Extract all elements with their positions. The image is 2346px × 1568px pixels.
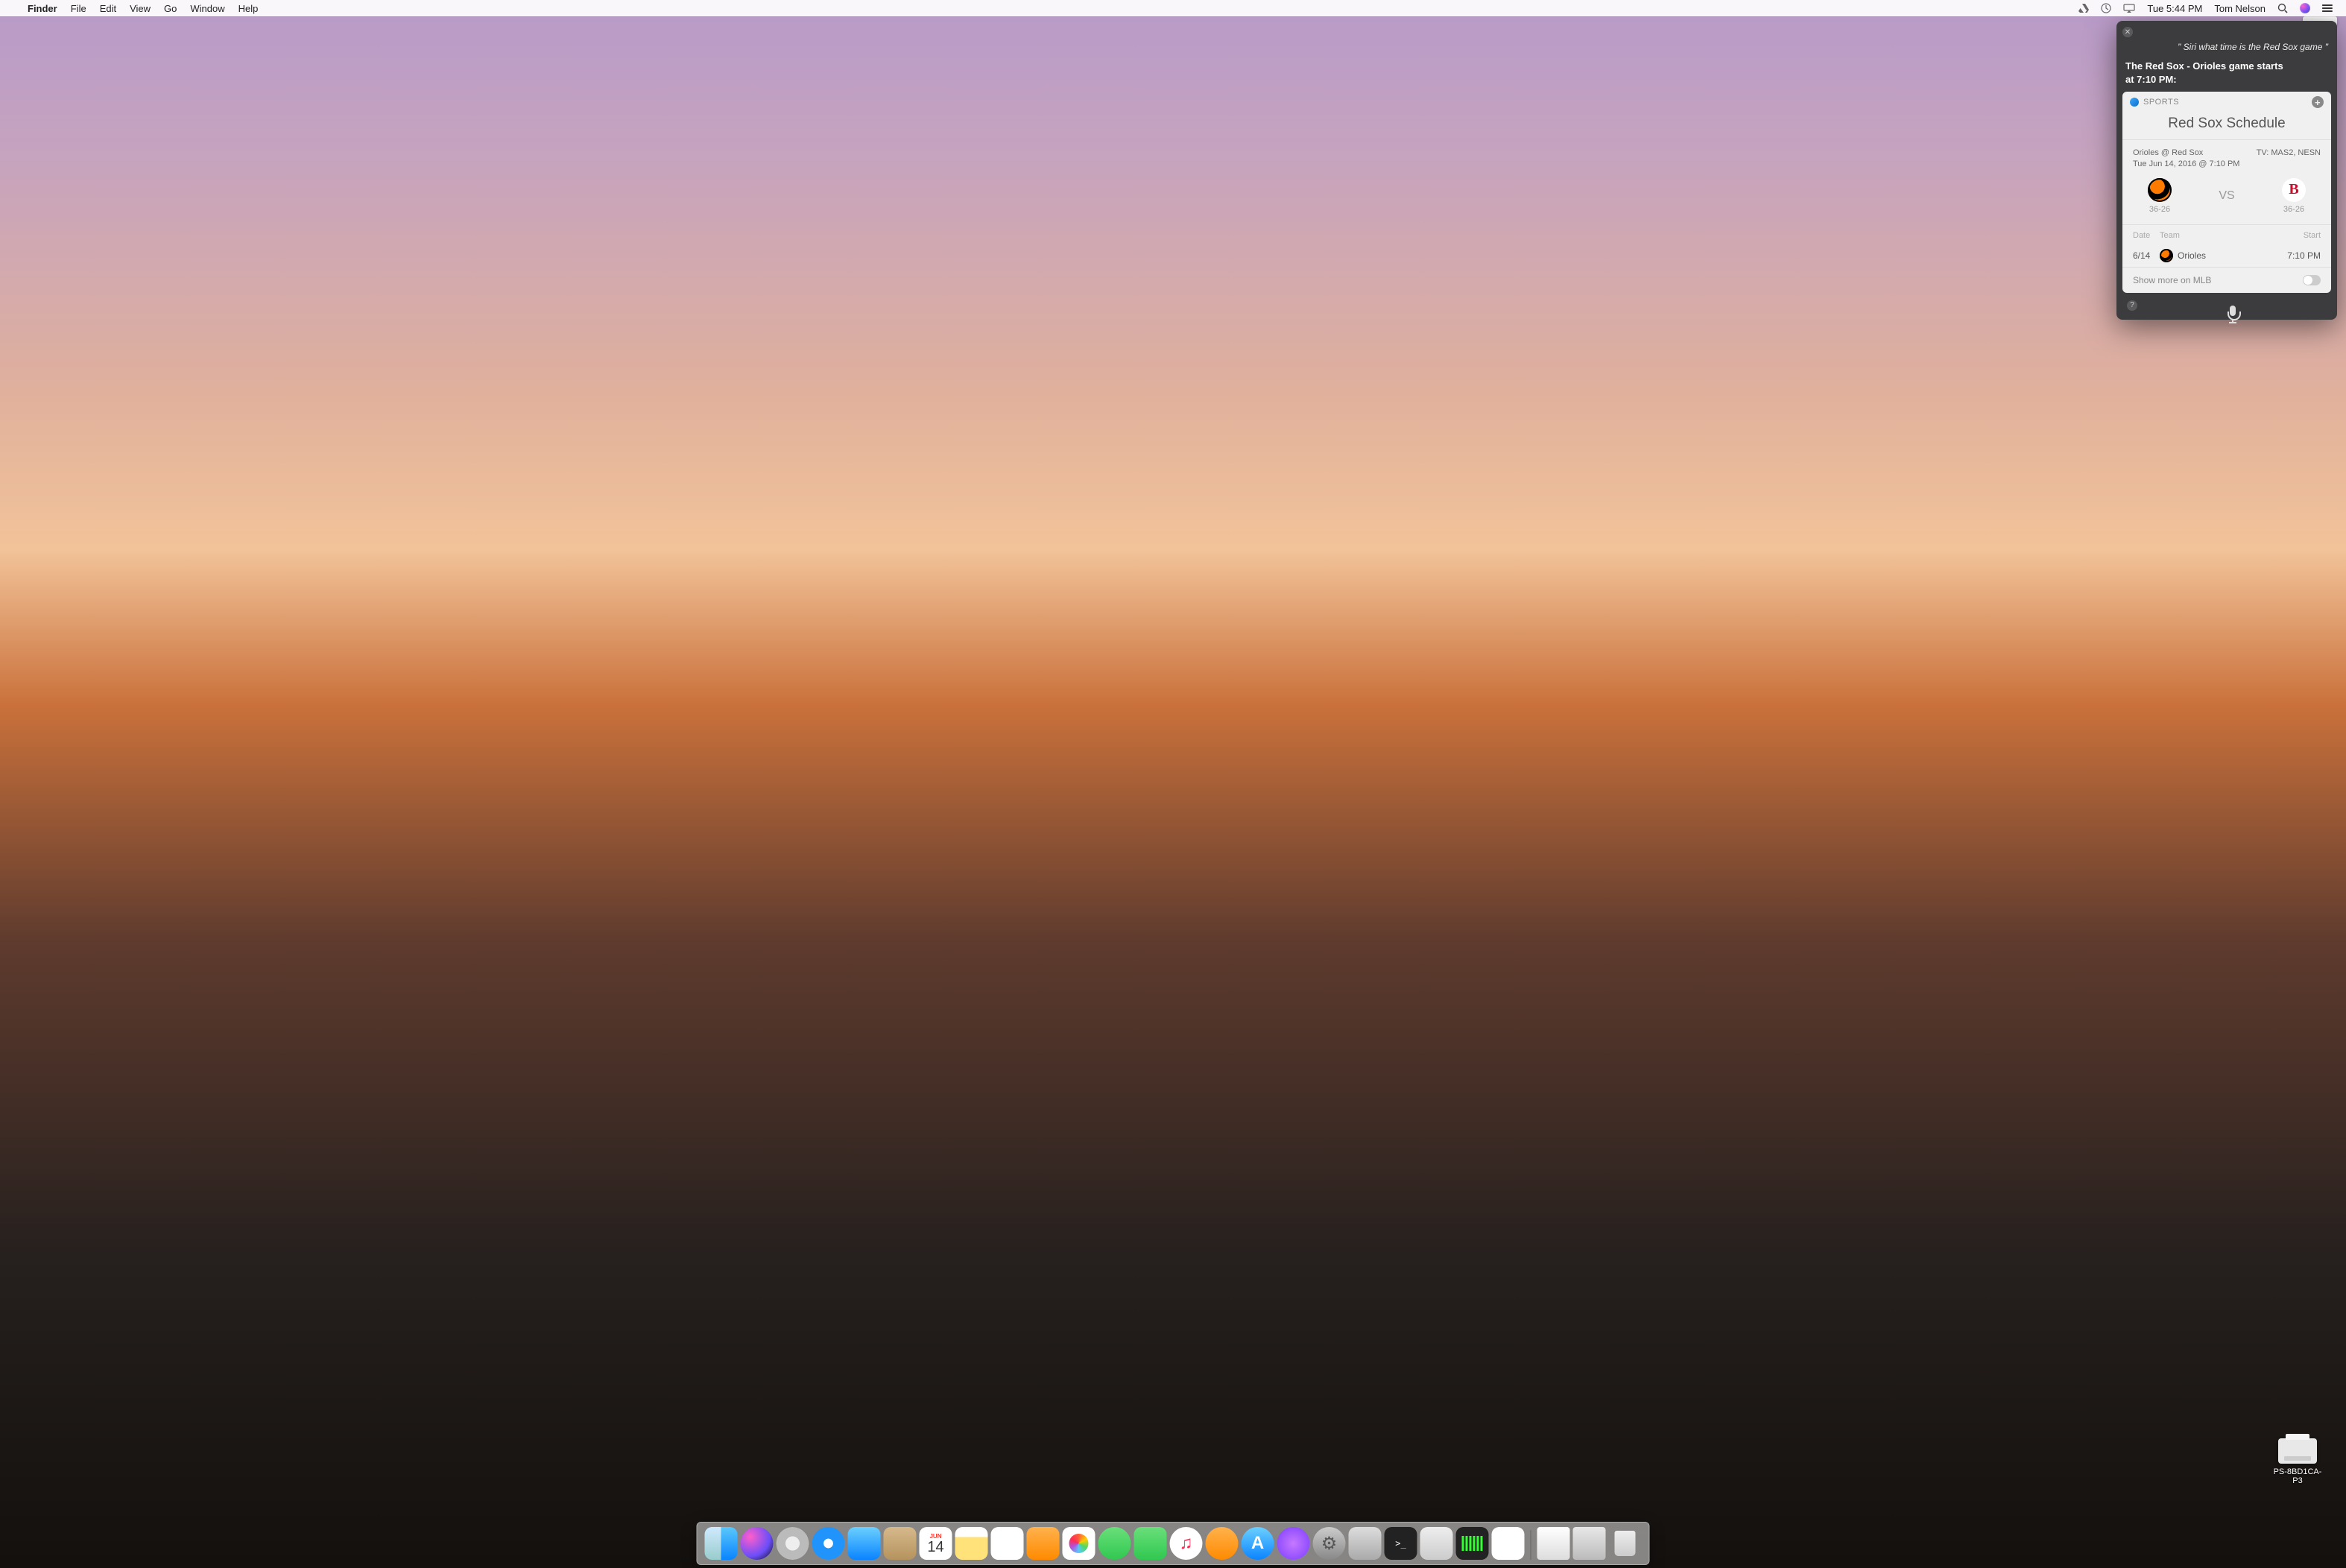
dock-launchpad[interactable] — [777, 1527, 809, 1560]
dock-reminders[interactable] — [991, 1527, 1024, 1560]
status-airplay-icon[interactable] — [2117, 0, 2141, 16]
siri-answer-text: The Red Sox - Orioles game starts at 7:1… — [2122, 60, 2331, 92]
vs-label: VS — [2219, 189, 2234, 203]
dock-utility-3[interactable] — [1492, 1527, 1525, 1560]
siri-query-text: " Siri what time is the Red Sox game " — [2122, 37, 2331, 60]
row-date: 6/14 — [2133, 250, 2160, 261]
cal-day: 14 — [927, 1540, 943, 1555]
dock-stack-1[interactable] — [1537, 1527, 1570, 1560]
col-start: Start — [2304, 231, 2321, 240]
siri-menubar-button[interactable] — [2294, 0, 2316, 16]
dock-finder[interactable] — [705, 1527, 738, 1560]
close-button[interactable]: ✕ — [2122, 27, 2133, 37]
dock-system-prefs[interactable] — [1313, 1527, 1346, 1560]
orioles-logo-icon — [2148, 178, 2172, 202]
siri-panel: ✕ " Siri what time is the Red Sox game "… — [2116, 21, 2337, 320]
dock-siri[interactable] — [741, 1527, 774, 1560]
schedule-row[interactable]: 6/14 Orioles 7:10 PM — [2133, 244, 2321, 267]
dock: JUN 14 — [697, 1522, 1650, 1565]
printer-label: PS-8BD1CA-P3 — [2271, 1467, 2324, 1486]
dock-appstore[interactable] — [1242, 1527, 1274, 1560]
airplay-icon — [2123, 4, 2135, 13]
close-icon: ✕ — [2125, 28, 2131, 37]
more-toggle[interactable] — [2303, 275, 2321, 285]
tv-channels: TV: MAS2, NESN — [2257, 148, 2321, 171]
plus-icon: + — [2315, 97, 2321, 108]
dock-imessage[interactable] — [1098, 1527, 1131, 1560]
dock-facetime[interactable] — [1134, 1527, 1167, 1560]
dock-utility-1[interactable] — [1349, 1527, 1382, 1560]
dock-mail[interactable] — [848, 1527, 881, 1560]
menu-help[interactable]: Help — [232, 0, 265, 16]
dock-utility-2[interactable] — [1420, 1527, 1453, 1560]
menu-window[interactable]: Window — [183, 0, 231, 16]
dock-calendar[interactable]: JUN 14 — [920, 1527, 952, 1560]
show-more-label: Show more on MLB — [2133, 275, 2211, 285]
dock-itunes[interactable] — [1170, 1527, 1203, 1560]
menubar-clock[interactable]: Tue 5:44 PM — [2141, 0, 2208, 16]
sports-card: SPORTS + Red Sox Schedule Orioles @ Red … — [2122, 92, 2331, 293]
spotlight-button[interactable] — [2271, 0, 2294, 16]
siri-help-button[interactable]: ? — [2127, 300, 2137, 311]
notification-center-button[interactable] — [2316, 0, 2339, 16]
dock-stack-2[interactable] — [1573, 1527, 1606, 1560]
dock-trash[interactable] — [1609, 1527, 1642, 1560]
clock-arrow-icon — [2101, 3, 2111, 13]
list-icon — [2322, 4, 2333, 12]
gdrive-icon — [2078, 4, 2089, 13]
sports-source-icon — [2130, 98, 2139, 107]
desktop-printer[interactable]: PS-8BD1CA-P3 — [2271, 1438, 2324, 1486]
dock-activity[interactable] — [1456, 1527, 1489, 1560]
card-title: Red Sox Schedule — [2122, 113, 2331, 140]
question-icon: ? — [2130, 301, 2134, 309]
dock-ibooks[interactable] — [1206, 1527, 1239, 1560]
dock-terminal[interactable] — [1385, 1527, 1417, 1560]
away-team: 36-26 — [2137, 178, 2182, 214]
home-team: B 36-26 — [2271, 178, 2316, 214]
dock-contacts[interactable] — [884, 1527, 917, 1560]
schedule-block: Date Team Start 6/14 Orioles 7:10 PM — [2122, 225, 2331, 267]
search-icon — [2277, 3, 2288, 13]
status-gdrive-icon[interactable] — [2072, 0, 2095, 16]
game-block[interactable]: Orioles @ Red Sox Tue Jun 14, 2016 @ 7:1… — [2122, 140, 2331, 225]
row-start: 7:10 PM — [2287, 250, 2321, 261]
menubar-user[interactable]: Tom Nelson — [2208, 0, 2271, 16]
col-team: Team — [2160, 231, 2304, 240]
card-section-label: SPORTS — [2143, 98, 2179, 107]
menu-edit[interactable]: Edit — [93, 0, 123, 16]
dock-itunes-connect[interactable] — [1277, 1527, 1310, 1560]
siri-icon — [2300, 3, 2310, 13]
printer-icon — [2278, 1438, 2317, 1464]
apple-menu[interactable] — [7, 0, 21, 16]
dock-messages-app[interactable] — [1027, 1527, 1060, 1560]
show-more-row[interactable]: Show more on MLB — [2122, 267, 2331, 293]
status-timemachine-icon[interactable] — [2095, 0, 2117, 16]
card-header: SPORTS + — [2122, 92, 2331, 113]
row-team: Orioles — [2178, 250, 2206, 261]
add-widget-button[interactable]: + — [2312, 96, 2324, 108]
home-record: 36-26 — [2283, 205, 2304, 214]
menu-file[interactable]: File — [64, 0, 93, 16]
dock-safari[interactable] — [812, 1527, 845, 1560]
menu-go[interactable]: Go — [157, 0, 183, 16]
dock-notes[interactable] — [955, 1527, 988, 1560]
menubar: Finder File Edit View Go Window Help Tue… — [0, 0, 2346, 16]
dock-photos[interactable] — [1063, 1527, 1095, 1560]
menu-view[interactable]: View — [123, 0, 157, 16]
matchup-label: Orioles @ Red Sox — [2133, 148, 2239, 159]
app-menu[interactable]: Finder — [21, 0, 64, 16]
matchup-datetime: Tue Jun 14, 2016 @ 7:10 PM — [2133, 159, 2239, 170]
away-record: 36-26 — [2149, 205, 2170, 214]
redsox-logo-icon: B — [2282, 178, 2306, 202]
col-date: Date — [2133, 231, 2160, 240]
orioles-mini-icon — [2160, 249, 2173, 262]
